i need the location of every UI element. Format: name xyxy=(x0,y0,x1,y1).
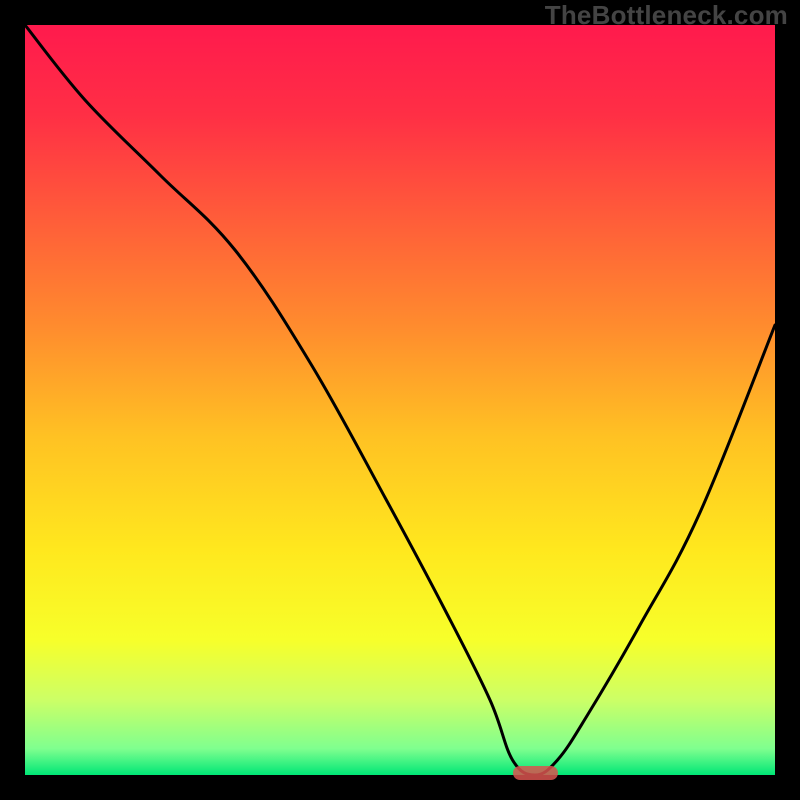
bottleneck-chart xyxy=(25,25,775,775)
gradient-background xyxy=(25,25,775,775)
optimal-range-marker xyxy=(513,766,558,780)
plot-area xyxy=(25,25,775,775)
chart-frame: TheBottleneck.com xyxy=(0,0,800,800)
